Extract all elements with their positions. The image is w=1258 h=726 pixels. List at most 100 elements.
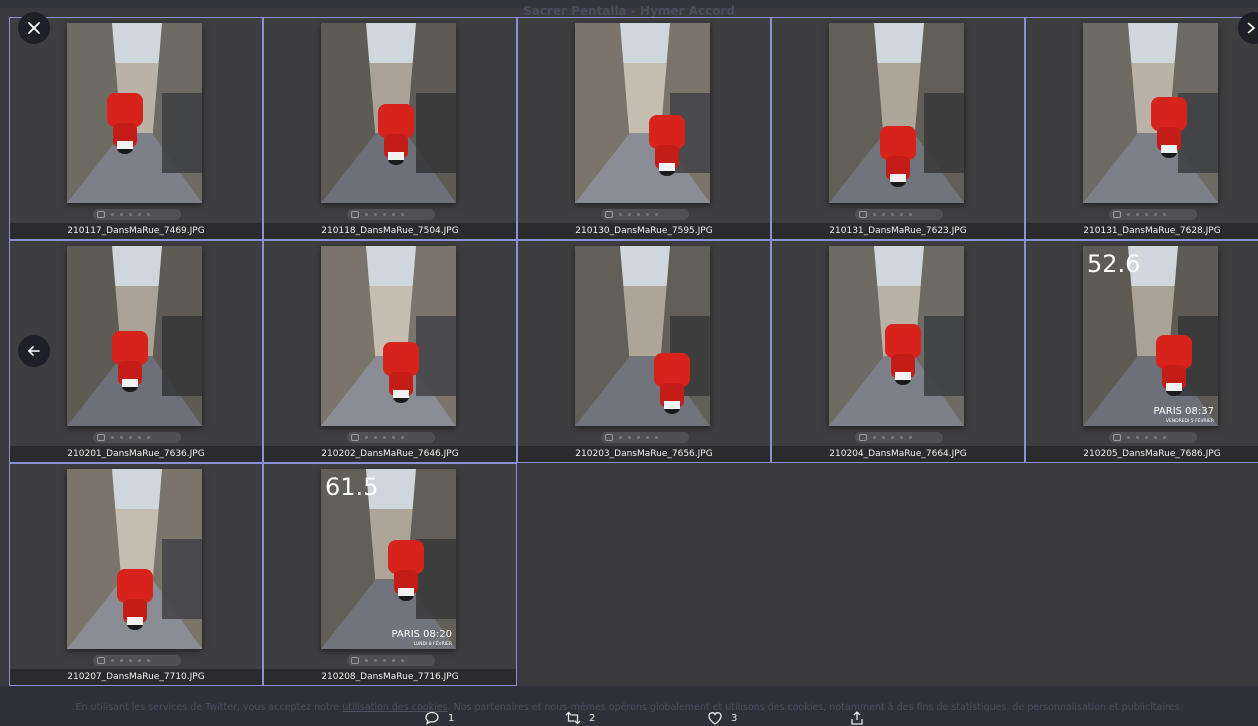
star-rating[interactable]	[93, 655, 181, 666]
rating-dot-icon[interactable]	[401, 436, 404, 439]
star-rating[interactable]	[601, 432, 689, 443]
rating-dot-icon[interactable]	[138, 659, 141, 662]
rating-dot-icon[interactable]	[374, 659, 377, 662]
rating-dot-icon[interactable]	[365, 436, 368, 439]
rating-dot-icon[interactable]	[655, 213, 658, 216]
thumbnail-card[interactable]: 210131_DansMaRue_7628.JPG	[1025, 17, 1258, 240]
reject-flag-icon[interactable]	[97, 211, 105, 218]
rating-dot-icon[interactable]	[392, 659, 395, 662]
rating-dot-icon[interactable]	[383, 659, 386, 662]
star-rating[interactable]	[855, 209, 943, 220]
star-rating[interactable]	[93, 209, 181, 220]
rating-dot-icon[interactable]	[873, 213, 876, 216]
rating-dot-icon[interactable]	[383, 436, 386, 439]
star-rating[interactable]	[347, 209, 435, 220]
reject-flag-icon[interactable]	[351, 657, 359, 664]
rating-dot-icon[interactable]	[111, 213, 114, 216]
thumbnail-photo[interactable]	[67, 246, 202, 426]
rating-dot-icon[interactable]	[120, 659, 123, 662]
rating-dot-icon[interactable]	[1136, 213, 1139, 216]
rating-dot-icon[interactable]	[129, 659, 132, 662]
rating-dot-icon[interactable]	[637, 436, 640, 439]
rating-dot-icon[interactable]	[1127, 436, 1130, 439]
rating-dot-icon[interactable]	[111, 659, 114, 662]
rating-dot-icon[interactable]	[365, 659, 368, 662]
star-rating[interactable]	[1109, 432, 1197, 443]
close-button[interactable]	[18, 12, 50, 44]
thumbnail-photo[interactable]	[829, 246, 964, 426]
star-rating[interactable]	[855, 432, 943, 443]
rating-dot-icon[interactable]	[120, 213, 123, 216]
share-button[interactable]	[849, 710, 865, 726]
thumbnail-photo[interactable]: 61.5 PARIS 08:20 LUNDI 8 FÉVRIER	[321, 469, 456, 649]
thumbnail-photo[interactable]	[1083, 23, 1218, 203]
rating-dot-icon[interactable]	[1163, 436, 1166, 439]
thumbnail-photo[interactable]	[321, 23, 456, 203]
rating-dot-icon[interactable]	[646, 213, 649, 216]
rating-dot-icon[interactable]	[1154, 213, 1157, 216]
rating-dot-icon[interactable]	[129, 436, 132, 439]
reject-flag-icon[interactable]	[605, 434, 613, 441]
rating-dot-icon[interactable]	[637, 213, 640, 216]
reply-button[interactable]: 1	[424, 710, 454, 726]
thumbnail-card[interactable]: 61.5 PARIS 08:20 LUNDI 8 FÉVRIER 210208_Dan…	[263, 463, 517, 686]
thumbnail-photo[interactable]	[575, 23, 710, 203]
thumbnail-card[interactable]: 52.6 PARIS 08:37 VENDREDI 5 FÉVRIER 210205_…	[1025, 240, 1258, 463]
reject-flag-icon[interactable]	[351, 434, 359, 441]
rating-dot-icon[interactable]	[147, 659, 150, 662]
star-rating[interactable]	[347, 655, 435, 666]
rating-dot-icon[interactable]	[900, 436, 903, 439]
thumbnail-card[interactable]: 210207_DansMaRue_7710.JPG	[9, 463, 263, 686]
rating-dot-icon[interactable]	[891, 436, 894, 439]
rating-dot-icon[interactable]	[392, 213, 395, 216]
rating-dot-icon[interactable]	[401, 213, 404, 216]
rating-dot-icon[interactable]	[1127, 213, 1130, 216]
like-button[interactable]: 3	[707, 710, 737, 726]
thumbnail-photo[interactable]: 52.6 PARIS 08:37 VENDREDI 5 FÉVRIER	[1083, 246, 1218, 426]
thumbnail-card[interactable]: 210130_DansMaRue_7595.JPG	[517, 17, 771, 240]
thumbnail-card[interactable]: 210117_DansMaRue_7469.JPG	[9, 17, 263, 240]
rating-dot-icon[interactable]	[147, 436, 150, 439]
thumbnail-photo[interactable]	[829, 23, 964, 203]
rating-dot-icon[interactable]	[619, 436, 622, 439]
star-rating[interactable]	[93, 432, 181, 443]
rating-dot-icon[interactable]	[1163, 213, 1166, 216]
thumbnail-photo[interactable]	[321, 246, 456, 426]
star-rating[interactable]	[601, 209, 689, 220]
rating-dot-icon[interactable]	[129, 213, 132, 216]
rating-dot-icon[interactable]	[374, 213, 377, 216]
rating-dot-icon[interactable]	[374, 436, 377, 439]
rating-dot-icon[interactable]	[909, 436, 912, 439]
reject-flag-icon[interactable]	[605, 211, 613, 218]
rating-dot-icon[interactable]	[401, 659, 404, 662]
rating-dot-icon[interactable]	[111, 436, 114, 439]
rating-dot-icon[interactable]	[138, 436, 141, 439]
thumbnail-card[interactable]: 210203_DansMaRue_7656.JPG	[517, 240, 771, 463]
thumbnail-photo[interactable]	[67, 23, 202, 203]
rating-dot-icon[interactable]	[655, 436, 658, 439]
reject-flag-icon[interactable]	[97, 434, 105, 441]
rating-dot-icon[interactable]	[138, 213, 141, 216]
rating-dot-icon[interactable]	[891, 213, 894, 216]
reject-flag-icon[interactable]	[859, 211, 867, 218]
rating-dot-icon[interactable]	[120, 436, 123, 439]
retweet-button[interactable]: 2	[565, 710, 595, 726]
star-rating[interactable]	[1109, 209, 1197, 220]
rating-dot-icon[interactable]	[882, 213, 885, 216]
thumbnail-card[interactable]: 210118_DansMaRue_7504.JPG	[263, 17, 517, 240]
rating-dot-icon[interactable]	[392, 436, 395, 439]
rating-dot-icon[interactable]	[900, 213, 903, 216]
rating-dot-icon[interactable]	[383, 213, 386, 216]
reject-flag-icon[interactable]	[859, 434, 867, 441]
rating-dot-icon[interactable]	[628, 213, 631, 216]
reject-flag-icon[interactable]	[1113, 211, 1121, 218]
previous-button[interactable]	[18, 335, 50, 367]
thumbnail-photo[interactable]	[67, 469, 202, 649]
rating-dot-icon[interactable]	[1145, 436, 1148, 439]
rating-dot-icon[interactable]	[1154, 436, 1157, 439]
rating-dot-icon[interactable]	[147, 213, 150, 216]
rating-dot-icon[interactable]	[882, 436, 885, 439]
star-rating[interactable]	[347, 432, 435, 443]
rating-dot-icon[interactable]	[1136, 436, 1139, 439]
rating-dot-icon[interactable]	[1145, 213, 1148, 216]
